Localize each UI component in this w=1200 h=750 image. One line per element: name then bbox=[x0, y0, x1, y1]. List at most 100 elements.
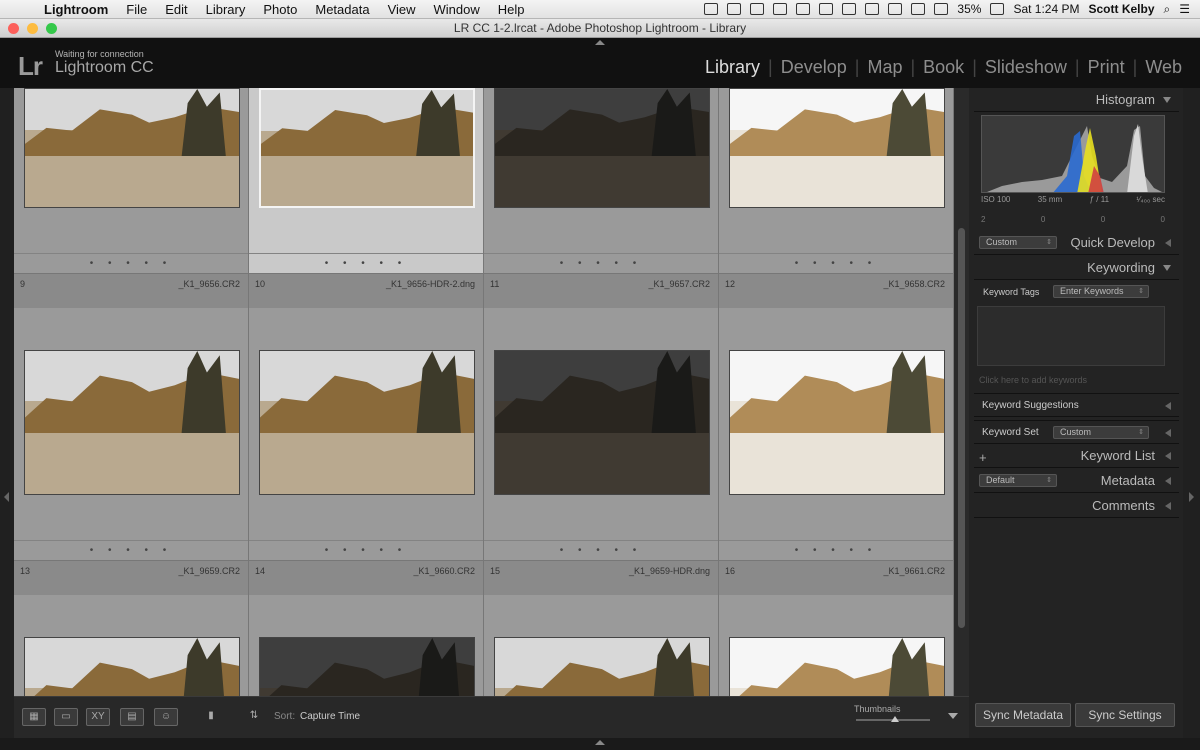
minimize-window-icon[interactable] bbox=[27, 23, 38, 34]
menu-help[interactable]: Help bbox=[489, 2, 534, 17]
module-web[interactable]: Web bbox=[1137, 57, 1190, 78]
photo-thumbnail[interactable] bbox=[24, 637, 240, 696]
rating-dots[interactable]: • • • • • bbox=[719, 253, 953, 273]
collapse-icon[interactable] bbox=[1163, 97, 1171, 103]
grid-cell[interactable]: 15 _K1_9659-HDR.dng bbox=[484, 561, 719, 696]
expand-icon[interactable] bbox=[1165, 477, 1171, 485]
expand-icon[interactable] bbox=[1165, 429, 1171, 437]
grid-cell[interactable]: 13 _K1_9659.CR2 bbox=[14, 561, 249, 696]
sync-settings-button[interactable]: Sync Settings bbox=[1075, 703, 1175, 727]
grid-cell[interactable]: 12 _K1_9658.CR2 • • • • • bbox=[719, 274, 954, 561]
clock[interactable]: Sat 1:24 PM bbox=[1013, 2, 1079, 16]
survey-view-icon[interactable]: ▤ bbox=[120, 708, 144, 726]
collapse-icon[interactable] bbox=[1163, 265, 1171, 271]
battery-level[interactable]: 35% bbox=[957, 2, 981, 16]
rating-dots[interactable]: • • • • • bbox=[484, 253, 718, 273]
keyword-tags-select[interactable]: Enter Keywords ⇕ bbox=[1053, 285, 1149, 298]
display-icon[interactable] bbox=[842, 3, 857, 15]
grid-cell[interactable]: 9 _K1_9656.CR2 • • • • • bbox=[14, 274, 249, 561]
left-panel-toggle-icon[interactable] bbox=[4, 492, 9, 502]
time-machine-icon[interactable] bbox=[888, 3, 903, 15]
menu-list-icon[interactable]: ☰ bbox=[1179, 2, 1190, 16]
module-library[interactable]: Library bbox=[697, 57, 768, 78]
keywording-header[interactable]: Keywording bbox=[974, 256, 1179, 280]
photo-thumbnail[interactable] bbox=[494, 350, 710, 495]
quick-develop-preset-select[interactable]: Custom ⇕ bbox=[979, 236, 1057, 249]
photo-thumbnail[interactable] bbox=[729, 88, 945, 208]
photo-thumbnail[interactable] bbox=[259, 637, 475, 696]
grid-cell[interactable]: 16 _K1_9661.CR2 bbox=[719, 561, 954, 696]
rating-dots[interactable]: • • • • • bbox=[484, 540, 718, 560]
photo-thumbnail[interactable] bbox=[259, 350, 475, 495]
module-map[interactable]: Map bbox=[859, 57, 910, 78]
rating-dots[interactable]: • • • • • bbox=[719, 540, 953, 560]
module-develop[interactable]: Develop bbox=[773, 57, 855, 78]
dropbox-icon[interactable] bbox=[750, 3, 765, 15]
rating-dots[interactable]: • • • • • bbox=[249, 540, 483, 560]
module-book[interactable]: Book bbox=[915, 57, 972, 78]
module-print[interactable]: Print bbox=[1080, 57, 1133, 78]
menu-app[interactable]: Lightroom bbox=[40, 2, 117, 17]
thumbnail-size-knob[interactable] bbox=[891, 716, 899, 722]
expand-icon[interactable] bbox=[1165, 452, 1171, 460]
comments-header[interactable]: Comments bbox=[974, 494, 1179, 518]
photo-thumbnail[interactable] bbox=[729, 637, 945, 696]
histogram-header[interactable]: Histogram bbox=[974, 88, 1179, 112]
photo-thumbnail[interactable] bbox=[24, 350, 240, 495]
add-keyword-icon[interactable]: + bbox=[979, 450, 987, 465]
bluetooth-icon[interactable] bbox=[911, 3, 926, 15]
sync-metadata-button[interactable]: Sync Metadata bbox=[975, 703, 1071, 727]
compare-view-icon[interactable]: XY bbox=[86, 708, 110, 726]
rating-dots[interactable]: • • • • • bbox=[249, 253, 483, 273]
photo-thumbnail[interactable] bbox=[494, 88, 710, 208]
menu-edit[interactable]: Edit bbox=[156, 2, 196, 17]
keyword-set-select[interactable]: Custom ⇕ bbox=[1053, 426, 1149, 439]
module-slideshow[interactable]: Slideshow bbox=[977, 57, 1075, 78]
rating-dots[interactable]: • • • • • bbox=[14, 253, 248, 273]
photo-thumbnail[interactable] bbox=[494, 637, 710, 696]
menu-library[interactable]: Library bbox=[197, 2, 255, 17]
left-panel-collapsed[interactable] bbox=[0, 88, 14, 738]
photo-thumbnail[interactable] bbox=[24, 88, 240, 208]
scroll-thumb[interactable] bbox=[958, 228, 965, 628]
loupe-view-icon[interactable]: ▭ bbox=[54, 708, 78, 726]
painter-icon[interactable]: ▮ bbox=[204, 708, 218, 726]
user-name[interactable]: Scott Kelby bbox=[1088, 2, 1154, 16]
keyword-entry-box[interactable] bbox=[977, 306, 1165, 366]
grid-cell[interactable]: 11 _K1_9657.CR2 • • • • • bbox=[484, 274, 719, 561]
sync-icon[interactable] bbox=[773, 3, 788, 15]
volume-icon[interactable] bbox=[990, 3, 1005, 15]
menu-photo[interactable]: Photo bbox=[254, 2, 306, 17]
right-panel-edge[interactable] bbox=[1183, 88, 1200, 738]
evernote-icon[interactable] bbox=[727, 3, 742, 15]
expand-icon[interactable] bbox=[1165, 502, 1171, 510]
sort-select[interactable]: Capture Time bbox=[300, 711, 360, 722]
people-view-icon[interactable]: ☺ bbox=[154, 708, 178, 726]
expand-icon[interactable] bbox=[1165, 239, 1171, 247]
grid-cell[interactable]: 10 _K1_9656-HDR-2.dng • • • • • bbox=[249, 274, 484, 561]
grid-view-icon[interactable]: ▦ bbox=[22, 708, 46, 726]
close-window-icon[interactable] bbox=[8, 23, 19, 34]
toolbar-menu-icon[interactable] bbox=[948, 713, 958, 719]
thumbnail-size-slider[interactable] bbox=[856, 716, 930, 722]
menu-window[interactable]: Window bbox=[425, 2, 489, 17]
sort-direction-icon[interactable]: ⇅ bbox=[240, 708, 268, 726]
keyword-list-header[interactable]: Keyword List bbox=[974, 444, 1179, 468]
top-panel-toggle-icon[interactable] bbox=[595, 40, 605, 45]
menu-metadata[interactable]: Metadata bbox=[306, 2, 378, 17]
expand-icon[interactable] bbox=[1165, 402, 1171, 410]
grid-cell[interactable]: • • • • • bbox=[14, 88, 249, 274]
menu-view[interactable]: View bbox=[379, 2, 425, 17]
grid-cell[interactable]: • • • • • bbox=[484, 88, 719, 274]
filmstrip-toggle-icon[interactable] bbox=[595, 740, 605, 745]
camera-icon[interactable] bbox=[704, 3, 719, 15]
grid-scrollbar[interactable] bbox=[954, 88, 969, 696]
photo-thumbnail[interactable] bbox=[729, 350, 945, 495]
metadata-preset-select[interactable]: Default ⇕ bbox=[979, 474, 1057, 487]
keyword-suggestions-row[interactable]: Keyword Suggestions bbox=[974, 393, 1179, 417]
blocked-icon[interactable] bbox=[865, 3, 880, 15]
grid-cell[interactable]: 14 _K1_9660.CR2 bbox=[249, 561, 484, 696]
right-panel-toggle-icon[interactable] bbox=[1189, 492, 1194, 502]
wifi-icon[interactable] bbox=[934, 3, 949, 15]
keyword-hint[interactable]: Click here to add keywords bbox=[979, 375, 1087, 385]
